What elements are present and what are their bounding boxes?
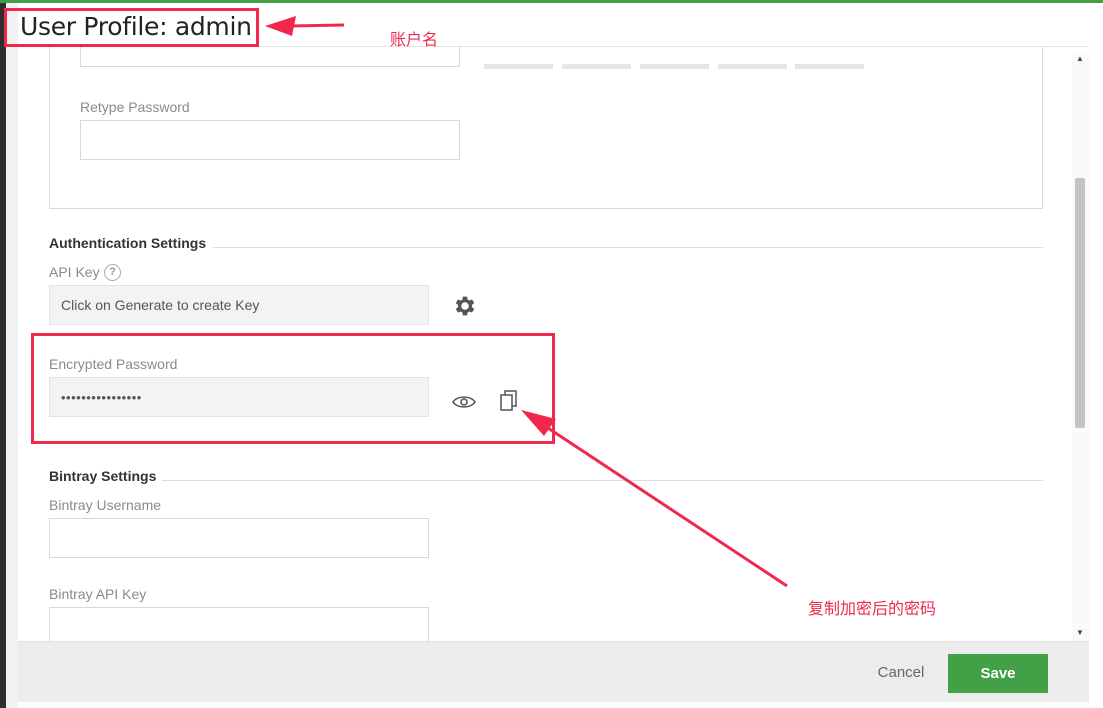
annotation-box-title [4,8,259,47]
change-password-panel: Retype Password [49,47,1043,209]
bintray-settings-title: Bintray Settings [49,468,157,484]
bintray-api-key-input[interactable] [49,607,429,641]
scrollbar-thumb[interactable] [1075,178,1085,428]
api-key-label: API Key [49,264,100,280]
bintray-username-input[interactable] [49,518,429,558]
cancel-button[interactable]: Cancel [856,655,946,691]
password-strength-segment [640,64,709,69]
retype-password-label: Retype Password [80,99,190,115]
top-accent-bar [0,0,1103,3]
modal-footer: Cancel Save [18,641,1089,702]
section-divider [162,480,1043,481]
bintray-api-key-label: Bintray API Key [49,586,147,602]
annotation-account-name: 账户名 [390,30,439,49]
help-icon[interactable]: ? [104,264,121,281]
api-key-input: Click on Generate to create Key [49,285,429,325]
section-divider [213,247,1043,248]
annotation-copy-hint: 复制加密后的密码 [808,599,937,618]
password-strength-segment [484,64,553,69]
new-password-input[interactable] [80,47,460,67]
retype-password-input[interactable] [80,120,460,160]
save-button[interactable]: Save [948,654,1048,693]
api-key-placeholder: Click on Generate to create Key [61,297,260,313]
scroll-up-arrow[interactable]: ▲ [1076,54,1084,63]
password-strength-segment [795,64,864,69]
modal-shadow [6,3,18,708]
password-strength-segment [562,64,631,69]
bintray-username-label: Bintray Username [49,497,162,513]
password-strength-segment [718,64,787,69]
annotation-box-encrypted [31,333,555,444]
authentication-settings-title: Authentication Settings [49,235,207,251]
scroll-down-arrow[interactable]: ▼ [1076,628,1084,637]
gear-icon[interactable] [452,293,478,319]
